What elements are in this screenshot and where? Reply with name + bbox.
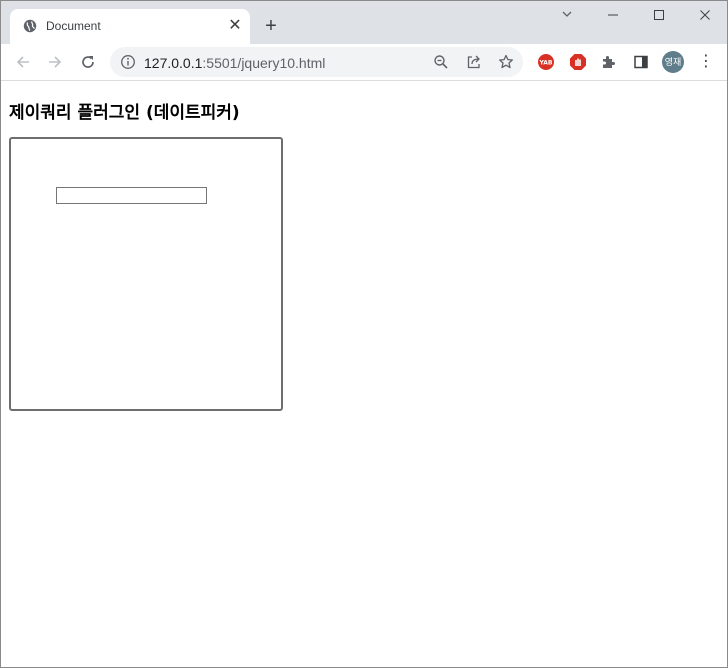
window-close-icon[interactable]: [692, 6, 718, 26]
browser-tab[interactable]: Document ✕: [10, 9, 250, 44]
minimize-icon[interactable]: [600, 6, 626, 26]
yab-extension-icon[interactable]: YAB: [536, 52, 556, 72]
url-host: 127.0.0.1: [144, 55, 203, 71]
browser-toolbar: 127.0.0.1:5501/jquery10.html YAB 영재 ⋮: [1, 44, 727, 81]
new-tab-button[interactable]: +: [260, 15, 282, 37]
adblock-extension-icon[interactable]: [568, 52, 588, 72]
page-heading: 제이쿼리 플러그인 (데이트피커): [9, 103, 240, 123]
site-info-icon[interactable]: [120, 54, 136, 70]
tab-close-icon[interactable]: ✕: [226, 17, 244, 35]
url-path: :5501/jquery10.html: [202, 55, 326, 71]
page-content: 제이쿼리 플러그인 (데이트피커): [1, 81, 727, 667]
browser-window: Document ✕ + 127.0.0.1:5501/jquery10.htm…: [0, 0, 728, 668]
maximize-icon[interactable]: [646, 6, 672, 26]
tab-title: Document: [46, 19, 101, 33]
address-bar[interactable]: 127.0.0.1:5501/jquery10.html: [110, 47, 523, 77]
extensions-puzzle-icon[interactable]: [599, 52, 619, 72]
profile-avatar[interactable]: 영재: [662, 51, 684, 73]
datepicker-container: [9, 137, 283, 411]
tab-search-icon[interactable]: [554, 6, 580, 26]
tab-strip: Document ✕ +: [1, 1, 727, 44]
browser-menu-icon[interactable]: ⋮: [697, 52, 715, 72]
svg-text:YAB: YAB: [539, 60, 553, 67]
globe-icon: [23, 19, 37, 33]
url-text: 127.0.0.1:5501/jquery10.html: [144, 55, 325, 71]
forward-arrow-icon[interactable]: [43, 50, 67, 74]
bookmark-star-icon[interactable]: [498, 54, 514, 70]
reload-icon[interactable]: [76, 50, 100, 74]
date-input[interactable]: [56, 187, 207, 204]
share-icon[interactable]: [466, 54, 482, 70]
side-panel-icon[interactable]: [631, 52, 651, 72]
back-arrow-icon[interactable]: [11, 50, 35, 74]
zoom-icon[interactable]: [433, 54, 449, 70]
